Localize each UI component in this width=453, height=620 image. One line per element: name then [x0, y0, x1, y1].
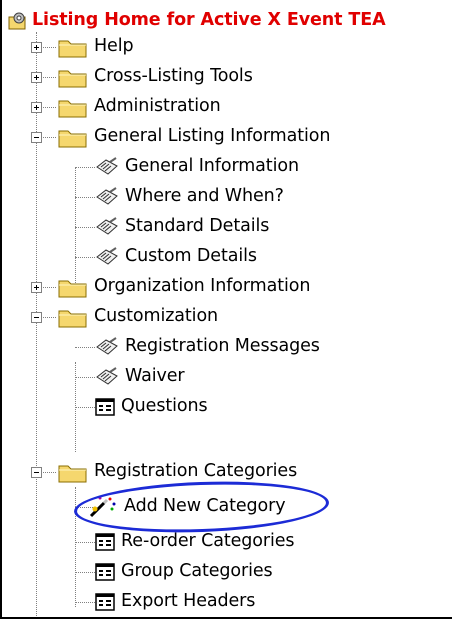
- tree-guide-line: [36, 32, 37, 617]
- expand-icon[interactable]: [31, 102, 42, 113]
- collapse-icon[interactable]: [31, 312, 42, 323]
- tree-item-general-listing-information[interactable]: General Listing Information: [58, 122, 330, 152]
- tree-item-custom-details[interactable]: Custom Details: [95, 242, 257, 272]
- tree-item-label: Export Headers: [121, 591, 256, 612]
- tree-root-label: Listing Home for Active X Event TEA: [32, 10, 386, 31]
- collapse-icon[interactable]: [31, 132, 42, 143]
- collapse-icon[interactable]: [31, 467, 42, 478]
- form-icon: [95, 187, 119, 207]
- tree-item-administration[interactable]: Administration: [58, 92, 221, 122]
- tree-item-label: Customization: [94, 306, 219, 327]
- tree-item-export-headers[interactable]: Export Headers: [95, 587, 255, 617]
- folder-icon: [58, 37, 88, 58]
- tree-item-where-and-when[interactable]: Where and When?: [95, 182, 284, 212]
- form-icon: [95, 217, 119, 237]
- grid-icon: [95, 593, 115, 611]
- tree-item-label: Group Categories: [121, 561, 273, 582]
- tree-item-label: Registration Categories: [94, 461, 298, 482]
- tree-item-waiver[interactable]: Waiver: [95, 362, 185, 392]
- tree-item-label: Standard Details: [125, 216, 270, 237]
- tree-item-cross-listing-tools[interactable]: Cross-Listing Tools: [58, 62, 253, 92]
- tree-item-label: Custom Details: [125, 246, 257, 267]
- grid-icon: [95, 533, 115, 551]
- tree-item-label: Re-order Categories: [121, 531, 295, 552]
- tree-item-label: Registration Messages: [125, 336, 320, 357]
- tree-item-label: Cross-Listing Tools: [94, 66, 253, 87]
- tree-item-questions[interactable]: Questions: [95, 392, 208, 422]
- tree-item-label: Waiver: [125, 366, 185, 387]
- form-icon: [95, 247, 119, 267]
- tree-item-general-information[interactable]: General Information: [95, 152, 299, 182]
- tree-item-registration-messages[interactable]: Registration Messages: [95, 332, 320, 362]
- tree-item-help[interactable]: Help: [58, 32, 134, 62]
- form-icon: [95, 337, 119, 357]
- grid-icon: [95, 563, 115, 581]
- form-icon: [95, 367, 119, 387]
- tree-item-label: Organization Information: [94, 276, 311, 297]
- tree-item-label: Where and When?: [125, 186, 284, 207]
- grid-icon: [95, 398, 115, 416]
- tree-item-label: General Listing Information: [94, 126, 331, 147]
- folder-open-icon: [58, 462, 88, 483]
- tree-item-label: General Information: [125, 156, 299, 177]
- folder-icon: [58, 97, 88, 118]
- expand-icon[interactable]: [31, 72, 42, 83]
- form-icon: [95, 157, 119, 177]
- tree-item-group-categories[interactable]: Group Categories: [95, 557, 273, 587]
- folder-open-icon: [58, 127, 88, 148]
- expand-icon[interactable]: [31, 42, 42, 53]
- folder-open-icon: [58, 307, 88, 328]
- tree-item-label: Administration: [94, 96, 221, 117]
- folder-icon: [58, 277, 88, 298]
- tree-item-standard-details[interactable]: Standard Details: [95, 212, 269, 242]
- gear-folder-icon: [8, 11, 28, 31]
- folder-icon: [58, 67, 88, 88]
- expand-icon[interactable]: [31, 282, 42, 293]
- tree-item-label: Questions: [121, 396, 208, 417]
- tree-item-label: Help: [94, 36, 134, 57]
- tree-item-customization[interactable]: Customization: [58, 302, 218, 332]
- tree-item-organization-information[interactable]: Organization Information: [58, 272, 310, 302]
- navigation-tree: Listing Home for Active X Event TEA Help…: [0, 0, 452, 619]
